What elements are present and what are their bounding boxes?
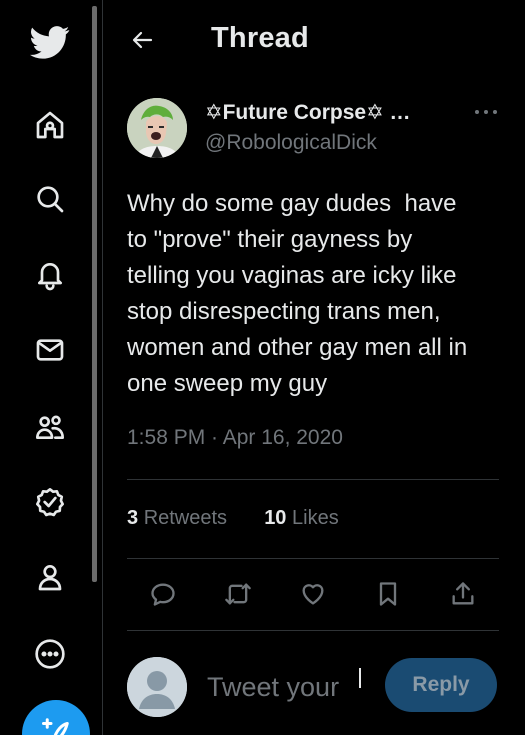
- compose-tweet-icon: [42, 718, 69, 735]
- author-photo: [127, 98, 187, 158]
- retweet-label: Retweets: [143, 507, 228, 529]
- nav-more-button[interactable]: [22, 626, 78, 682]
- retweet-count: 3: [127, 507, 139, 529]
- reply-button[interactable]: [145, 576, 181, 612]
- reply-submit-button[interactable]: Reply: [385, 658, 497, 712]
- divider: [127, 479, 499, 480]
- default-avatar-icon: [127, 657, 187, 717]
- back-button[interactable]: [125, 22, 161, 58]
- retweet-stat[interactable]: 3 Retweets: [127, 507, 227, 529]
- retweet-icon: [225, 583, 251, 605]
- verified-badge-icon: [36, 488, 64, 517]
- profile-icon: [38, 565, 62, 591]
- divider: [127, 558, 499, 559]
- share-icon: [452, 582, 474, 605]
- tweet-text: Why do some gay dudes have to "prove" th…: [127, 190, 468, 397]
- avatar[interactable]: [127, 98, 187, 158]
- tweet-timestamp[interactable]: 1:58 PM · Apr 16, 2020: [127, 426, 343, 450]
- tweet-more-button[interactable]: [471, 100, 501, 124]
- share-button[interactable]: [445, 576, 481, 612]
- retweet-button[interactable]: [220, 576, 256, 612]
- text-caret: [359, 668, 361, 688]
- reply-icon: [151, 583, 175, 606]
- thread-header: Thread: [103, 0, 525, 80]
- bookmark-button[interactable]: [370, 576, 406, 612]
- nav-home-button[interactable]: [22, 97, 78, 153]
- people-icon: [36, 415, 64, 439]
- sidebar-scrollbar[interactable]: [92, 6, 97, 582]
- twitter-logo-button[interactable]: [22, 14, 78, 70]
- search-icon: [37, 186, 64, 213]
- likes-stat[interactable]: 10 Likes: [264, 507, 339, 529]
- bell-icon: [38, 263, 62, 291]
- twitter-bird-icon: [30, 26, 70, 59]
- side-nav: [0, 0, 100, 735]
- divider: [127, 630, 499, 631]
- nav-profile-button[interactable]: [22, 549, 78, 605]
- like-button[interactable]: [295, 576, 331, 612]
- author-handle[interactable]: @RobologicalDick: [205, 131, 377, 155]
- tweet-actions: [127, 576, 499, 616]
- likes-count: 10: [264, 507, 287, 529]
- like-heart-icon: [302, 584, 324, 605]
- reply-input[interactable]: [207, 667, 367, 707]
- more-horizontal-icon: [475, 110, 497, 114]
- page-title: Thread: [211, 22, 309, 54]
- home-icon: [36, 111, 64, 139]
- author-display-name[interactable]: ✡Future Corpse✡ …: [205, 100, 411, 125]
- arrow-left-icon: [132, 31, 153, 49]
- nav-communities-button[interactable]: [22, 399, 78, 455]
- nav-notifications-button[interactable]: [22, 247, 78, 303]
- mail-icon: [36, 339, 64, 361]
- column-divider: [102, 0, 103, 735]
- nav-search-button[interactable]: [22, 171, 78, 227]
- tweet-stats: 3 Retweets 10 Likes: [127, 507, 339, 530]
- likes-label: Likes: [292, 507, 339, 529]
- bookmark-icon: [379, 582, 397, 606]
- avatar[interactable]: [127, 657, 187, 717]
- nav-messages-button[interactable]: [22, 322, 78, 378]
- more-circle-icon: [35, 639, 65, 669]
- nav-verified-button[interactable]: [22, 474, 78, 530]
- compose-tweet-button[interactable]: [22, 700, 90, 735]
